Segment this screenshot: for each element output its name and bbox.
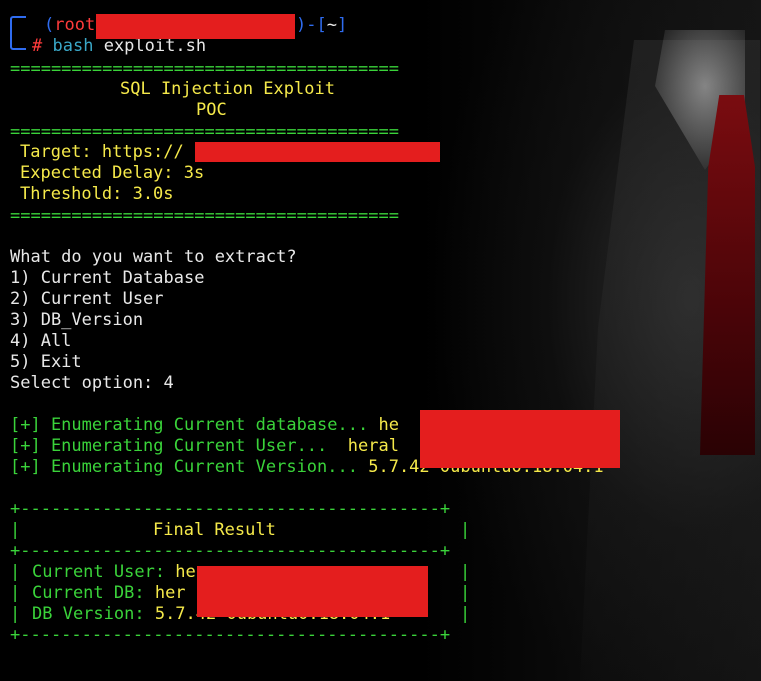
select-option-prompt: Select option: 4 [10,373,174,393]
result-side-left-title: | [10,520,21,540]
result-border-bottom: +---------------------------------------… [10,625,451,645]
result-version-label: DB Version: [32,604,155,624]
banner-separator-top: ====================================== [10,59,399,79]
prompt-hash: # [32,36,43,56]
menu-option-2: 2) Current User [10,289,164,309]
result-border-top: +---------------------------------------… [10,499,451,519]
result-side-left-user: | [10,562,21,582]
result-user-value: he [175,562,196,582]
result-db-label: Current DB: [32,583,155,603]
redacted-result-values [197,566,428,617]
result-border-middle: +---------------------------------------… [10,541,451,561]
enum-version-label: [+] Enumerating Current Version... [10,457,369,477]
redacted-target-url [195,142,440,162]
prompt-close-paren: ) [296,15,307,35]
result-side-right-version: | [460,604,471,624]
redacted-hostname [96,14,295,39]
prompt-dir-segment: )-[~] [296,15,347,36]
result-db-line: Current DB: her [32,583,186,604]
prompt-dir-open: [ [316,15,327,35]
result-user-line: Current User: he [32,562,196,583]
redacted-enum-values [420,410,620,468]
enum-database-label: [+] Enumerating Current database... [10,415,379,435]
result-side-left-db: | [10,583,21,603]
threshold: Threshold: 3.0s [20,184,174,204]
banner-subtitle: POC [196,100,227,120]
terminal-output[interactable]: (root )-[~] # bash exploit.sh ==========… [0,0,761,681]
expected-delay: Expected Delay: 3s [20,163,205,183]
menu-question: What do you want to extract? [10,247,297,267]
prompt-line: (root [44,15,95,36]
result-user-label: Current User: [32,562,176,582]
menu-option-1: 1) Current Database [10,268,205,288]
prompt-dir: ~ [326,15,337,35]
menu-option-4: 4) All [10,331,72,351]
menu-option-3: 3) DB_Version [10,310,144,330]
command-line: # bash exploit.sh [32,36,206,57]
result-side-right-db: | [460,583,471,603]
target-label: Target: https:// [20,142,184,162]
prompt-dir-close: ] [337,15,348,35]
banner-separator-middle: ====================================== [10,122,399,142]
prompt-open-paren: ( [44,15,55,35]
result-side-right-user: | [460,562,471,582]
command-name: bash [52,36,94,56]
result-db-value: her [154,583,186,603]
banner-title: SQL Injection Exploit [120,79,335,99]
enum-database-value: he [378,415,399,435]
enum-user-value: heral [347,436,399,456]
prompt-bracket-icon [10,16,26,50]
banner-separator-bottom: ====================================== [10,206,399,226]
prompt-dash: - [306,15,317,35]
enum-user-label: [+] Enumerating Current User... [10,436,348,456]
result-side-left-version: | [10,604,21,624]
menu-option-5: 5) Exit [10,352,82,372]
result-title: Final Result [153,520,276,540]
command-argument: exploit.sh [103,36,207,56]
result-side-right-title: | [460,520,471,540]
enum-user-line: [+] Enumerating Current User... heral [10,436,399,457]
enum-database-line: [+] Enumerating Current database... he [10,415,399,436]
prompt-user: root [54,15,96,35]
